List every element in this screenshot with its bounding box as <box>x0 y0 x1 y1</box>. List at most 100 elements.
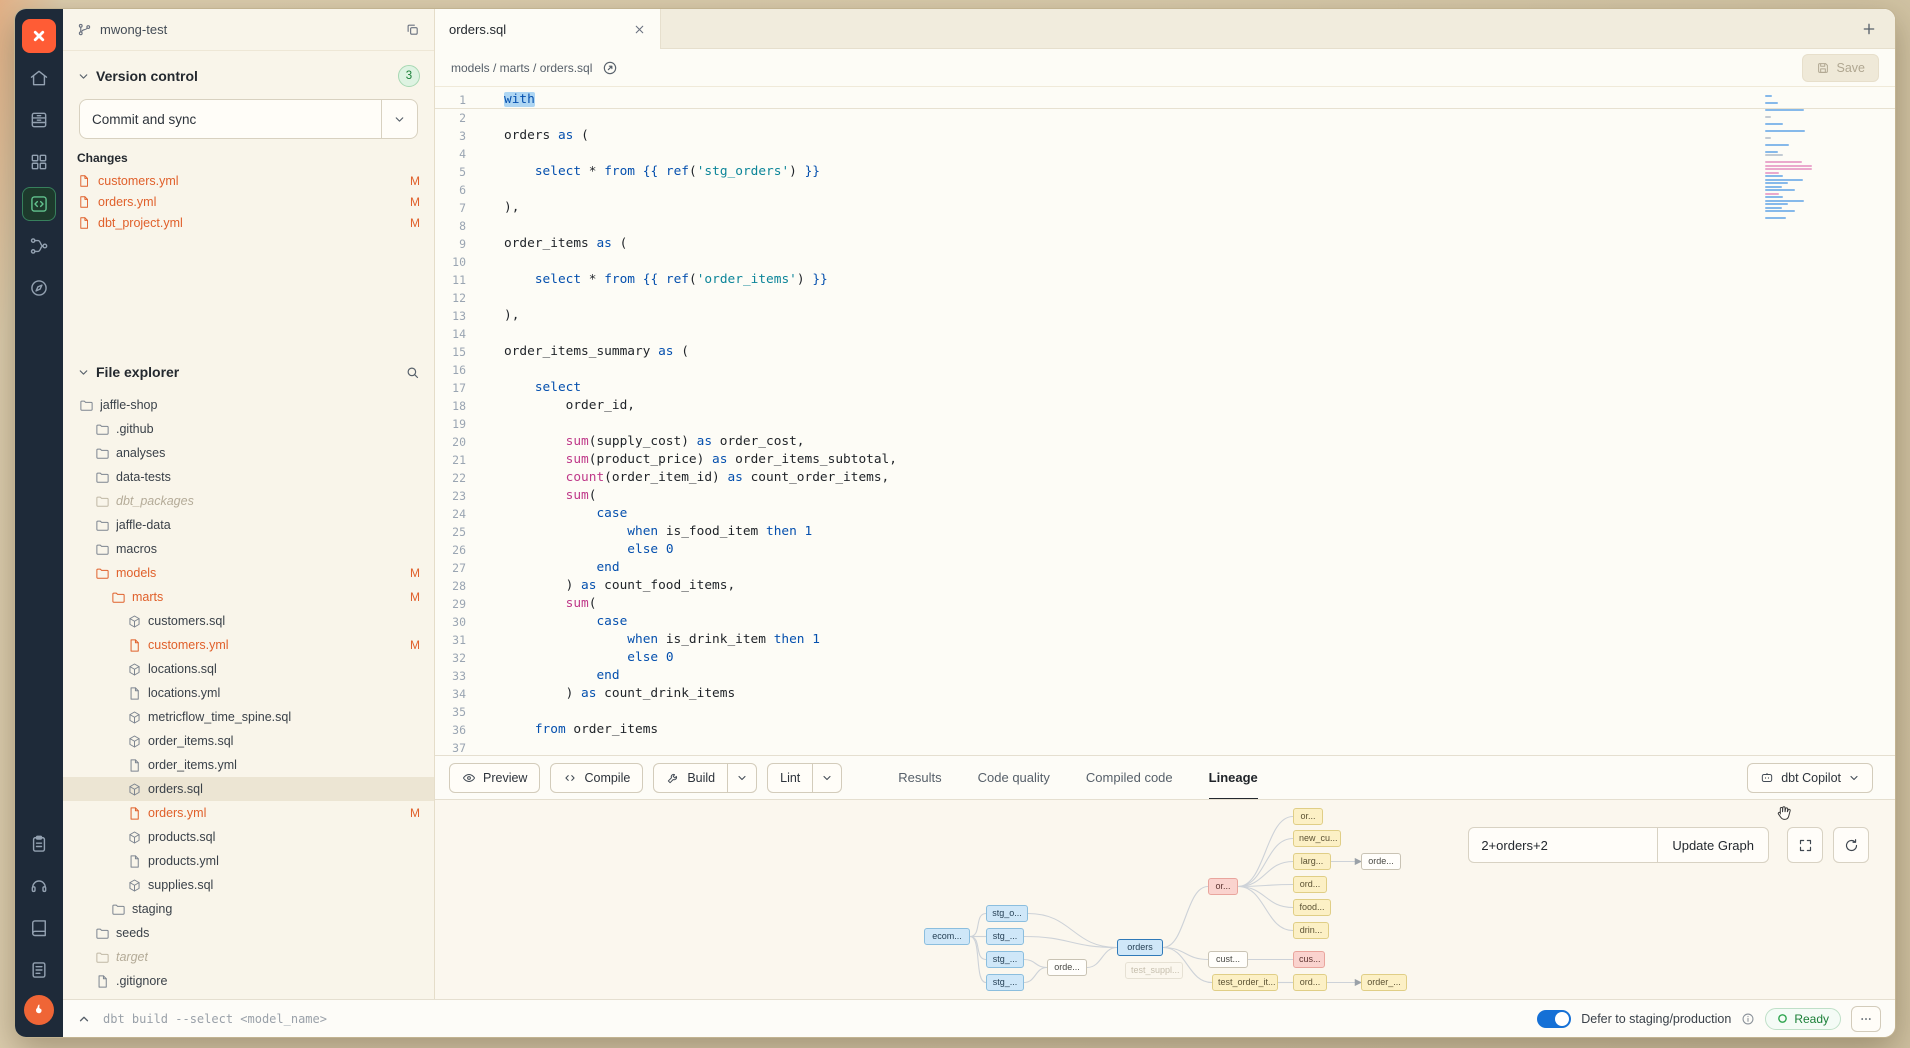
tree-item-.github[interactable]: .github <box>63 417 434 441</box>
tree-item-staging[interactable]: staging <box>63 897 434 921</box>
tab-results[interactable]: Results <box>898 756 941 800</box>
tree-item-metricflow_time_spine.sql[interactable]: metricflow_time_spine.sql <box>63 705 434 729</box>
lineage-node-cuspink[interactable]: cus... <box>1293 951 1325 968</box>
code-line-2[interactable]: 2 <box>435 109 1895 127</box>
tree-item-marts[interactable]: martsM <box>63 585 434 609</box>
tab-compiled-code[interactable]: Compiled code <box>1086 756 1173 800</box>
file-link-icon[interactable] <box>602 60 618 76</box>
tree-item-target[interactable]: target <box>63 945 434 969</box>
lineage-node-order3[interactable]: order_... <box>1361 974 1407 991</box>
code-editor[interactable]: 1with23orders as (45 select * from {{ re… <box>435 87 1895 755</box>
code-line-22[interactable]: 22 count(order_item_id) as count_order_i… <box>435 469 1895 487</box>
code-line-7[interactable]: 7), <box>435 199 1895 217</box>
tree-item-customers.sql[interactable]: customers.sql <box>63 609 434 633</box>
code-line-5[interactable]: 5 select * from {{ ref('stg_orders') }} <box>435 163 1895 181</box>
lineage-selector-input[interactable] <box>1468 827 1658 863</box>
tree-item-data-tests[interactable]: data-tests <box>63 465 434 489</box>
branch-selector[interactable]: mwong-test <box>63 9 434 51</box>
code-line-12[interactable]: 12 <box>435 289 1895 307</box>
update-graph-button[interactable]: Update Graph <box>1657 827 1769 863</box>
code-line-35[interactable]: 35 <box>435 703 1895 721</box>
minimap[interactable] <box>1765 95 1817 224</box>
orchestration-dag-icon[interactable] <box>22 229 56 263</box>
tab-code-quality[interactable]: Code quality <box>978 756 1050 800</box>
tree-item-jaffle-shop[interactable]: jaffle-shop <box>63 393 434 417</box>
lineage-node-orders[interactable]: orders <box>1117 939 1163 956</box>
lineage-node-stg3[interactable]: stg_... <box>986 951 1024 968</box>
code-line-32[interactable]: 32 else 0 <box>435 649 1895 667</box>
code-line-24[interactable]: 24 case <box>435 505 1895 523</box>
code-line-21[interactable]: 21 sum(product_price) as order_items_sub… <box>435 451 1895 469</box>
lineage-node-testorder[interactable]: test_order_it... <box>1212 974 1278 991</box>
commit-dropdown[interactable] <box>381 100 417 138</box>
code-line-28[interactable]: 28 ) as count_food_items, <box>435 577 1895 595</box>
tree-item-jaffle-data[interactable]: jaffle-data <box>63 513 434 537</box>
new-tab-button[interactable] <box>1861 21 1877 37</box>
tree-item-orders.sql[interactable]: orders.sql <box>63 777 434 801</box>
tree-item-customers.yml[interactable]: customers.ymlM <box>63 633 434 657</box>
lineage-node-testsup[interactable]: test_suppl... <box>1125 962 1183 979</box>
code-line-29[interactable]: 29 sum( <box>435 595 1895 613</box>
code-line-15[interactable]: 15order_items_summary as ( <box>435 343 1895 361</box>
tree-item-order_items.yml[interactable]: order_items.yml <box>63 753 434 777</box>
change-item-dbt_project.yml[interactable]: dbt_project.ymlM <box>77 212 420 233</box>
code-line-23[interactable]: 23 sum( <box>435 487 1895 505</box>
defer-toggle[interactable] <box>1537 1010 1571 1028</box>
code-line-13[interactable]: 13), <box>435 307 1895 325</box>
tree-item-.gitignore[interactable]: .gitignore <box>63 969 434 993</box>
file-explorer-header[interactable]: File explorer <box>77 357 420 387</box>
expand-command-bar-button[interactable] <box>77 1012 91 1026</box>
save-button[interactable]: Save <box>1802 54 1880 82</box>
develop-ide-icon[interactable] <box>22 187 56 221</box>
build-button[interactable]: Build <box>653 763 757 793</box>
refresh-button[interactable] <box>1833 827 1869 863</box>
more-options-button[interactable] <box>1851 1006 1881 1032</box>
lineage-node-food[interactable]: food... <box>1293 899 1331 916</box>
tree-item-order_items.sql[interactable]: order_items.sql <box>63 729 434 753</box>
lineage-node-cust[interactable]: cust... <box>1208 951 1248 968</box>
search-icon[interactable] <box>405 365 420 380</box>
lineage-panel[interactable]: ecom...stg_o...stg_...stg_...stg_...orde… <box>435 799 1895 999</box>
tree-item-locations.sql[interactable]: locations.sql <box>63 657 434 681</box>
tree-item-locations.yml[interactable]: locations.yml <box>63 681 434 705</box>
support-headset-icon[interactable] <box>22 869 56 903</box>
lineage-node-newcu[interactable]: new_cu... <box>1293 830 1341 847</box>
tree-item-analyses[interactable]: analyses <box>63 441 434 465</box>
lineage-node-ecom[interactable]: ecom... <box>924 928 970 945</box>
dbt-logo[interactable] <box>22 19 56 53</box>
code-line-19[interactable]: 19 <box>435 415 1895 433</box>
code-line-25[interactable]: 25 when is_food_item then 1 <box>435 523 1895 541</box>
code-line-14[interactable]: 14 <box>435 325 1895 343</box>
tab-lineage[interactable]: Lineage <box>1209 756 1258 800</box>
tree-item-orders.yml[interactable]: orders.ymlM <box>63 801 434 825</box>
lineage-node-ord1[interactable]: ord... <box>1293 876 1327 893</box>
code-line-30[interactable]: 30 case <box>435 613 1895 631</box>
apps-grid-icon[interactable] <box>22 145 56 179</box>
version-control-header[interactable]: Version control 3 <box>77 61 420 91</box>
build-dropdown[interactable] <box>727 764 756 792</box>
lineage-node-orde1[interactable]: orde... <box>1047 959 1087 976</box>
preview-button[interactable]: Preview <box>449 763 540 793</box>
code-line-27[interactable]: 27 end <box>435 559 1895 577</box>
tree-item-dbt_packages[interactable]: dbt_packages <box>63 489 434 513</box>
info-icon[interactable] <box>1741 1012 1755 1026</box>
code-line-1[interactable]: 1with <box>435 91 1895 109</box>
tree-item-macros[interactable]: macros <box>63 537 434 561</box>
explore-compass-icon[interactable] <box>22 271 56 305</box>
lineage-node-orde2[interactable]: orde... <box>1361 853 1401 870</box>
code-line-17[interactable]: 17 select <box>435 379 1895 397</box>
status-badge[interactable]: Ready <box>1765 1008 1841 1030</box>
logs-notebook-icon[interactable] <box>22 953 56 987</box>
lineage-node-drin[interactable]: drin... <box>1293 922 1329 939</box>
copy-branch-icon[interactable] <box>405 22 420 37</box>
code-line-36[interactable]: 36 from order_items <box>435 721 1895 739</box>
code-line-10[interactable]: 10 <box>435 253 1895 271</box>
code-line-26[interactable]: 26 else 0 <box>435 541 1895 559</box>
tree-item-supplies.sql[interactable]: supplies.sql <box>63 873 434 897</box>
code-line-4[interactable]: 4 <box>435 145 1895 163</box>
user-avatar[interactable] <box>24 995 54 1025</box>
lineage-node-stg2[interactable]: stg_... <box>986 928 1024 945</box>
docs-book-icon[interactable] <box>22 911 56 945</box>
code-line-3[interactable]: 3orders as ( <box>435 127 1895 145</box>
lint-dropdown[interactable] <box>812 764 841 792</box>
